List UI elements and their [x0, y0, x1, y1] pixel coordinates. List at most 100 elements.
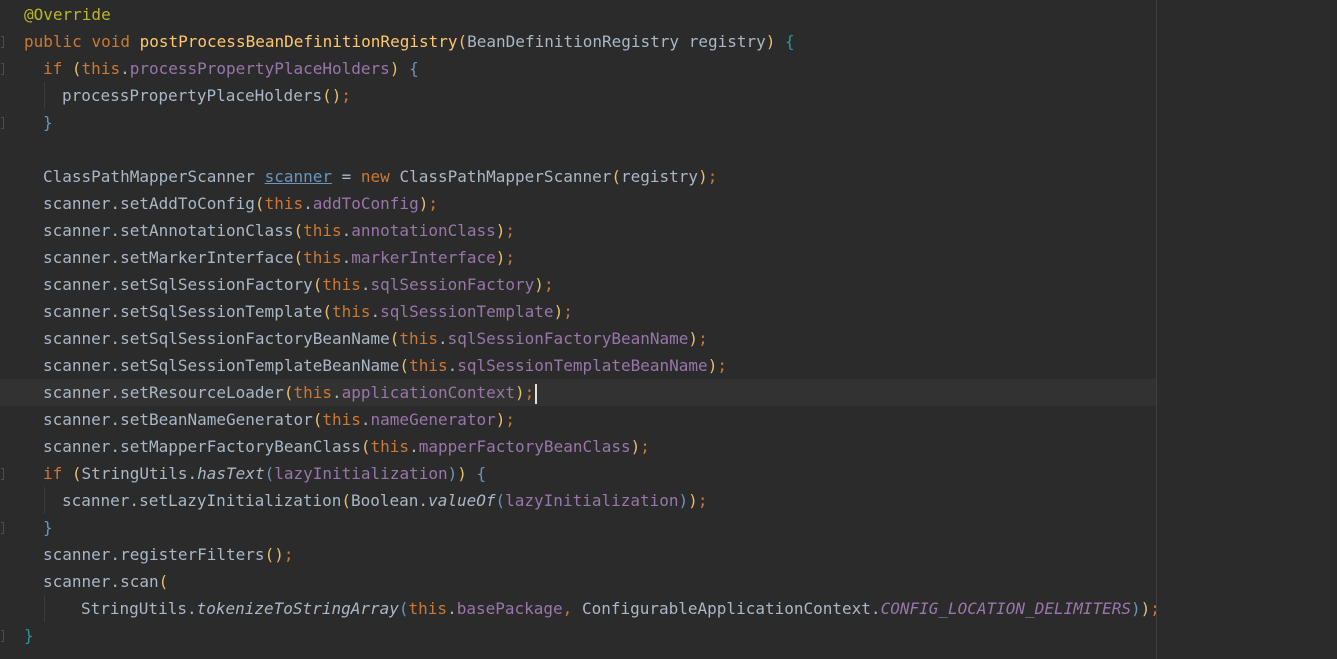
code-text: if (this.processPropertyPlaceHolders) { — [43, 55, 419, 82]
code-token: . — [360, 410, 371, 429]
code-token: ; — [563, 302, 573, 321]
code-token: sqlSessionFactory — [370, 275, 535, 294]
text-caret — [535, 383, 538, 404]
variable-link[interactable]: scanner — [265, 167, 332, 186]
code-token: addToConfig — [312, 194, 419, 213]
code-token: ) — [534, 275, 544, 294]
code-token: ConfigurableApplicationContext. — [581, 599, 881, 618]
code-line[interactable]: } — [0, 622, 1156, 649]
code-token: ( — [611, 167, 621, 186]
code-token: ; — [707, 167, 718, 186]
code-line[interactable]: scanner.setSqlSessionTemplate(this.sqlSe… — [0, 298, 1156, 325]
code-token: ; — [698, 329, 708, 348]
code-token: ) — [553, 302, 564, 321]
code-text: } — [43, 109, 53, 136]
code-token: ) — [515, 383, 525, 402]
code-token: scanner.setSqlSessionFactory — [43, 275, 313, 294]
code-token: . — [332, 383, 342, 402]
code-token: ; — [543, 275, 554, 294]
code-text: scanner.registerFilters(); — [43, 541, 293, 568]
code-token: . — [447, 599, 457, 618]
code-token: nameGenerator — [370, 410, 496, 429]
code-line[interactable]: processPropertyPlaceHolders(); — [0, 82, 1156, 109]
code-line-current[interactable]: scanner.setResourceLoader(this.applicati… — [0, 379, 1156, 406]
code-line[interactable] — [0, 136, 1156, 163]
code-token: () — [322, 86, 342, 105]
code-token: ( — [360, 437, 371, 456]
code-text: scanner.setAddToConfig(this.addToConfig)… — [43, 190, 438, 217]
code-token: this — [399, 329, 438, 348]
code-token: { — [785, 32, 795, 51]
code-token: processPropertyPlaceHolders — [129, 59, 390, 78]
code-token: scanner.setMapperFactoryBeanClass — [43, 437, 361, 456]
code-token: scanner.setAddToConfig — [43, 194, 255, 213]
code-token: ( — [293, 221, 304, 240]
code-token: BeanDefinitionRegistry registry — [467, 32, 766, 51]
code-editor[interactable]: @Override public void postProcessBeanDefi… — [0, 0, 1337, 659]
code-token: ) — [495, 248, 506, 267]
code-line[interactable]: scanner.setSqlSessionTemplateBeanName(th… — [0, 352, 1156, 379]
code-line[interactable]: scanner.setMapperFactoryBeanClass(this.m… — [0, 433, 1156, 460]
code-text: } — [24, 622, 34, 649]
code-line[interactable]: if (this.processPropertyPlaceHolders) { — [0, 55, 1156, 82]
code-line[interactable]: scanner.setMarkerInterface(this.markerIn… — [0, 244, 1156, 271]
code-line[interactable]: scanner.scan( — [0, 568, 1156, 595]
code-token: scanner.setSqlSessionTemplateBeanName — [43, 356, 400, 375]
code-token: scanner.setAnnotationClass — [43, 221, 294, 240]
code-line[interactable]: if (StringUtils.hasText(lazyInitializati… — [0, 460, 1156, 487]
code-token: hasText — [197, 464, 265, 483]
code-token: scanner.setSqlSessionFactoryBeanName — [43, 329, 390, 348]
code-text: public void postProcessBeanDefinitionReg… — [24, 28, 795, 55]
code-line[interactable]: public void postProcessBeanDefinitionReg… — [0, 28, 1156, 55]
code-token: ( — [312, 275, 323, 294]
code-line[interactable]: ClassPathMapperScanner scanner = new Cla… — [0, 163, 1156, 190]
code-token: void — [91, 32, 140, 51]
code-text: @Override — [24, 1, 111, 28]
code-token: this — [409, 356, 448, 375]
code-line[interactable]: scanner.setSqlSessionFactory(this.sqlSes… — [0, 271, 1156, 298]
code-token: ) — [1131, 599, 1141, 618]
code-token: Boolean. — [351, 491, 429, 510]
code-token: ( — [71, 59, 82, 78]
code-line[interactable]: StringUtils.tokenizeToStringArray(this.b… — [0, 595, 1160, 622]
code-line[interactable]: scanner.setBeanNameGenerator(this.nameGe… — [0, 406, 1156, 433]
code-token: . — [360, 275, 371, 294]
code-line[interactable]: scanner.registerFilters(); — [0, 541, 1156, 568]
code-token: ( — [254, 194, 265, 213]
code-line[interactable]: scanner.setSqlSessionFactoryBeanName(thi… — [0, 325, 1156, 352]
code-text: scanner.setLazyInitialization(Boolean.va… — [62, 487, 707, 514]
code-token: if — [43, 59, 72, 78]
code-token: applicationContext — [341, 383, 516, 402]
code-line[interactable]: } — [0, 514, 1156, 541]
code-token: lazyInitialization — [274, 464, 448, 483]
code-token: this — [322, 275, 361, 294]
indent-guide — [44, 487, 45, 514]
code-line[interactable]: scanner.setAddToConfig(this.addToConfig)… — [0, 190, 1156, 217]
code-line[interactable]: @Override — [0, 1, 1156, 28]
code-text: scanner.setMapperFactoryBeanClass(this.m… — [43, 433, 650, 460]
code-token: valueOf — [428, 491, 496, 510]
code-token: ( — [398, 599, 409, 618]
code-token: basePackage — [456, 599, 563, 618]
code-token: { — [476, 464, 487, 483]
code-token: = — [332, 167, 361, 186]
right-margin-guide — [1156, 0, 1157, 659]
code-token: () — [264, 545, 284, 564]
code-token: ) — [447, 464, 458, 483]
code-token: ) — [495, 410, 506, 429]
code-text: ClassPathMapperScanner scanner = new Cla… — [43, 163, 717, 190]
code-token: sqlSessionTemplate — [380, 302, 554, 321]
code-token: ; — [697, 491, 708, 510]
code-text: processPropertyPlaceHolders(); — [62, 82, 351, 109]
code-line[interactable]: scanner.setAnnotationClass(this.annotati… — [0, 217, 1156, 244]
code-line[interactable]: scanner.setLazyInitialization(Boolean.va… — [0, 487, 1156, 514]
code-token: scanner.setMarkerInterface — [43, 248, 294, 267]
code-token: . — [437, 329, 448, 348]
code-line[interactable]: } — [0, 109, 1156, 136]
indent-guide — [44, 82, 45, 109]
code-token: ) — [707, 356, 718, 375]
code-token: CONFIG_LOCATION_DELIMITERS — [880, 599, 1132, 618]
code-token: scanner.setBeanNameGenerator — [43, 410, 313, 429]
code-token: } — [43, 113, 53, 132]
code-text: scanner.setSqlSessionTemplateBeanName(th… — [43, 352, 727, 379]
